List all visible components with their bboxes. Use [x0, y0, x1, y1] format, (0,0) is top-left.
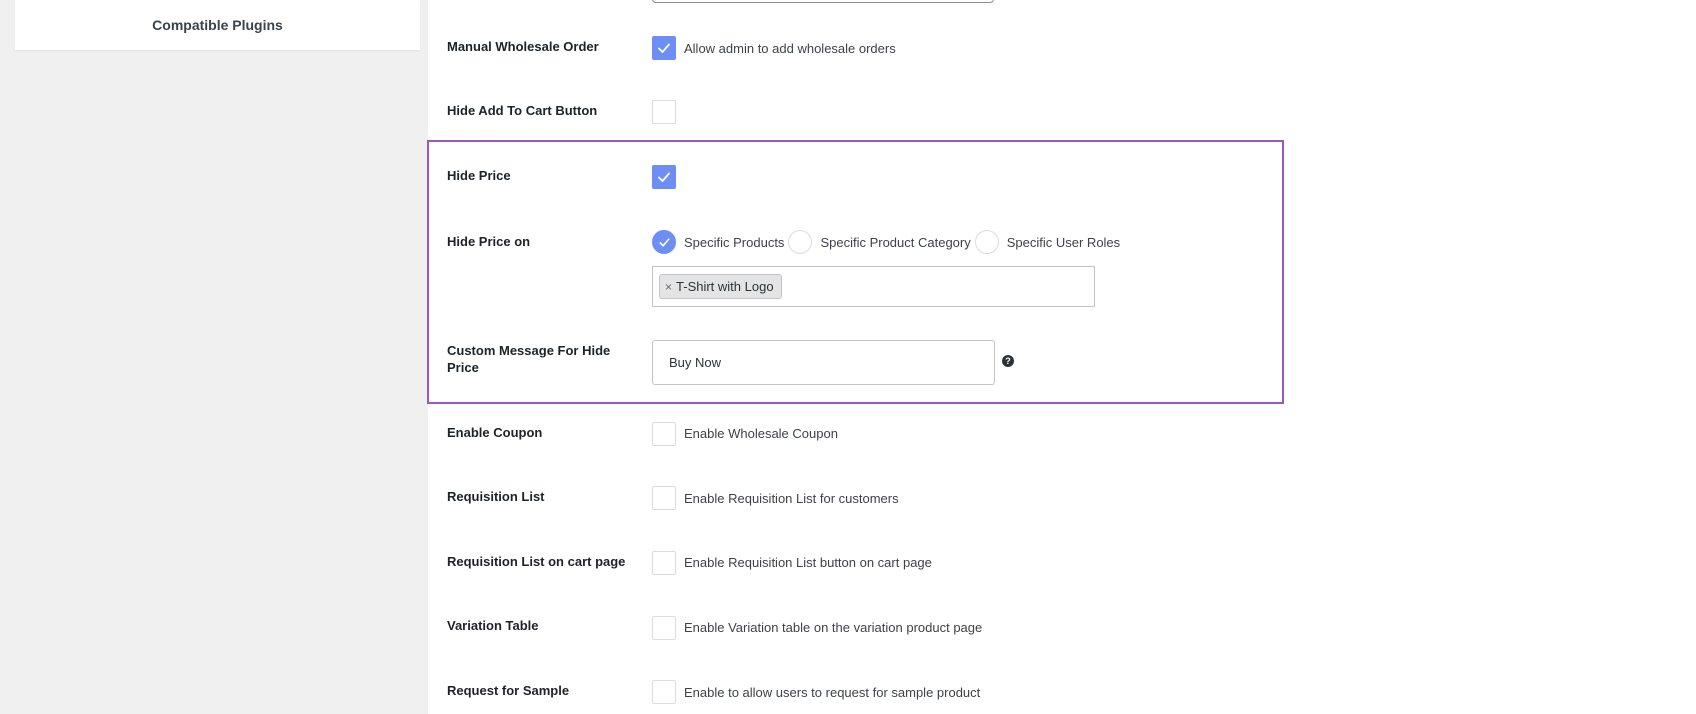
hide-price-label: Hide Price [447, 168, 511, 183]
custom-message-input[interactable] [652, 340, 995, 385]
request-sample-checkbox[interactable] [652, 680, 676, 704]
radio-specific-user-roles[interactable]: Specific User Roles [974, 230, 1121, 254]
selected-product-chip: × T-Shirt with Logo [659, 274, 782, 299]
check-icon [658, 172, 670, 182]
hide-add-to-cart-checkbox[interactable] [652, 100, 676, 124]
manual-wholesale-order-checkbox[interactable] [652, 36, 676, 60]
chip-label: T-Shirt with Logo [676, 279, 774, 294]
radio-specific-product-category[interactable]: Specific Product Category [788, 230, 971, 254]
requisition-list-checkbox[interactable] [652, 486, 676, 510]
variation-table-option-text: Enable Variation table on the variation … [684, 620, 983, 635]
previous-setting-input[interactable] [652, 0, 994, 3]
request-sample-option-text: Enable to allow users to request for sam… [684, 685, 981, 700]
request-sample-label: Request for Sample [447, 683, 570, 698]
custom-message-label: Custom Message For Hide Price [447, 343, 611, 375]
enable-coupon-checkbox[interactable] [652, 422, 676, 446]
radio-button[interactable] [974, 230, 999, 254]
close-icon[interactable]: × [665, 280, 672, 294]
radio-button[interactable] [652, 230, 676, 254]
radio-label: Specific User Roles [1006, 234, 1121, 250]
radio-label: Specific Products [684, 234, 785, 250]
enable-coupon-option-text: Enable Wholesale Coupon [684, 426, 838, 441]
hide-add-to-cart-label: Hide Add To Cart Button [447, 103, 598, 118]
variation-table-label: Variation Table [447, 618, 539, 633]
variation-table-checkbox[interactable] [652, 616, 676, 640]
radio-button[interactable] [788, 230, 813, 254]
hide-price-on-radio-group: Specific Products Specific Product Categ… [652, 230, 1124, 254]
check-icon [658, 43, 670, 53]
manual-wholesale-order-label: Manual Wholesale Order [447, 39, 599, 54]
sidebar-item-label: Compatible Plugins [152, 17, 283, 33]
requisition-list-label: Requisition List [447, 489, 545, 504]
radio-specific-products[interactable]: Specific Products [652, 230, 784, 254]
hide-price-checkbox[interactable] [652, 165, 676, 189]
requisition-list-cart-label: Requisition List on cart page [447, 554, 626, 569]
enable-coupon-label: Enable Coupon [447, 425, 543, 440]
radio-label: Specific Product Category [820, 234, 971, 250]
hide-price-on-label: Hide Price on [447, 234, 531, 249]
question-circle-icon[interactable]: ? [1002, 355, 1014, 367]
manual-wholesale-order-option-text: Allow admin to add wholesale orders [684, 41, 896, 56]
requisition-list-option-text: Enable Requisition List for customers [684, 491, 899, 506]
sidebar-item-compatible-plugins[interactable]: Compatible Plugins [15, 0, 420, 50]
hide-price-products-select[interactable]: × T-Shirt with Logo [652, 266, 1095, 307]
requisition-list-cart-option-text: Enable Requisition List button on cart p… [684, 555, 932, 570]
check-icon [658, 237, 670, 247]
requisition-list-cart-checkbox[interactable] [652, 551, 676, 575]
